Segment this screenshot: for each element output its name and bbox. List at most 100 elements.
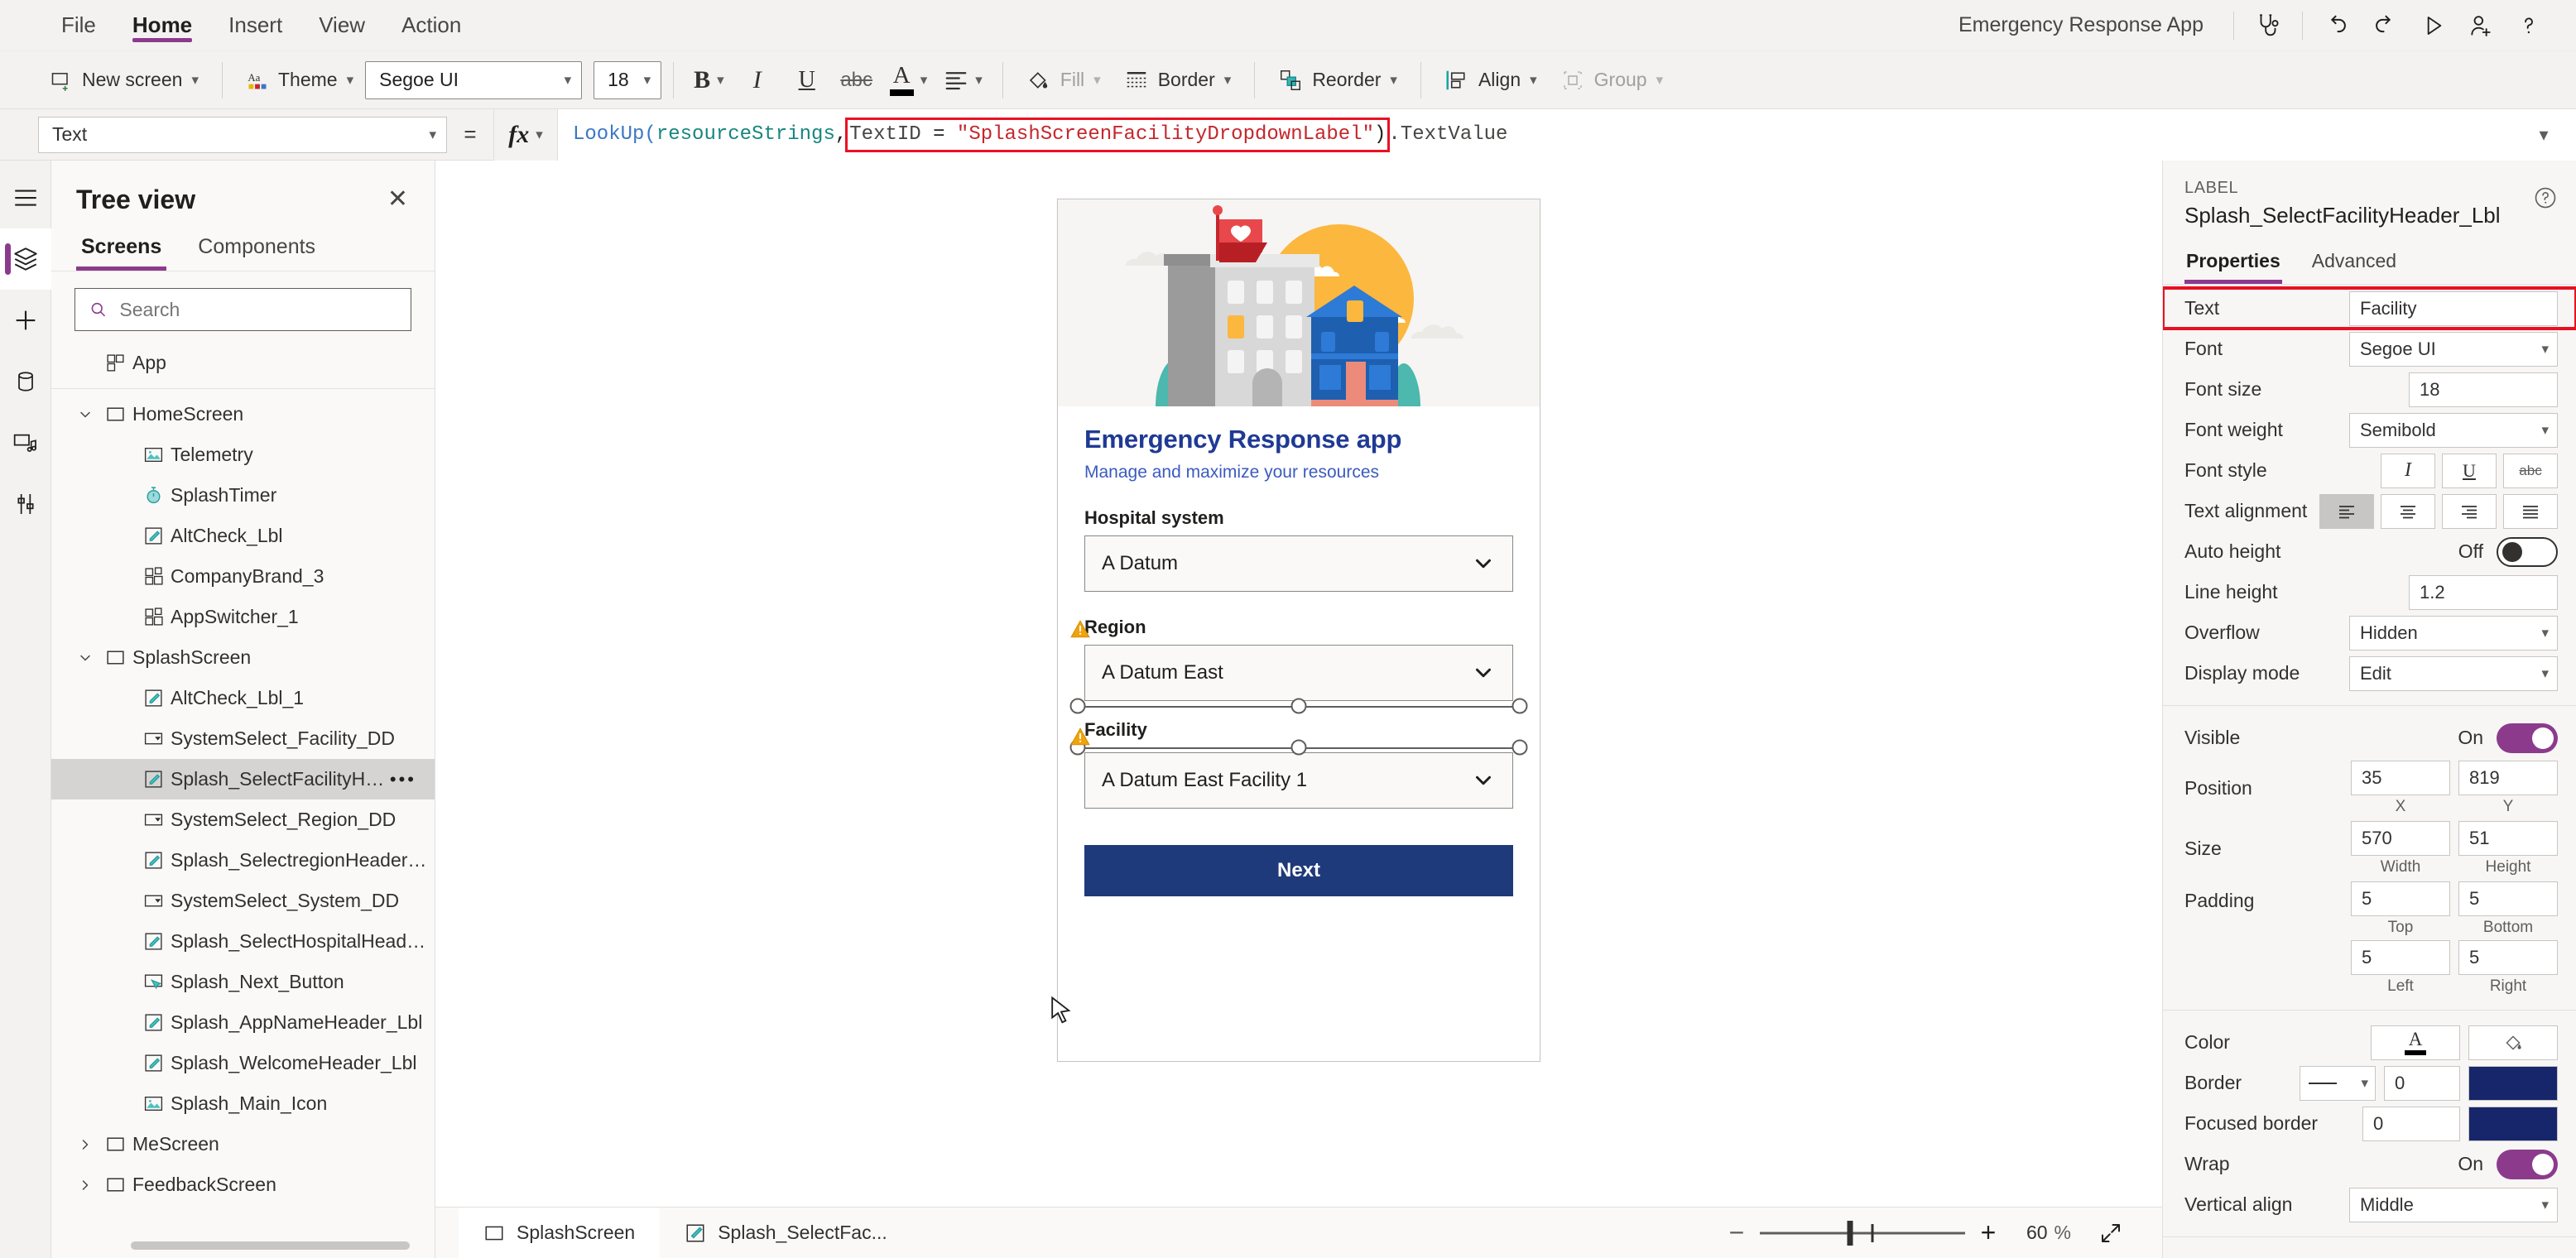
font-size-select[interactable]: 18 ▾ [594,60,662,99]
position-y-input[interactable]: 819 [2458,761,2558,795]
tree-node-altcheck_lbl[interactable]: AltCheck_Lbl [51,516,435,556]
width-input[interactable]: 570 [2351,821,2450,856]
app-checker-icon[interactable] [2244,2,2292,50]
tree-node-splash_welcomeheader_lbl[interactable]: Splash_WelcomeHeader_Lbl [51,1043,435,1083]
padding-left-input[interactable]: 5 [2351,940,2450,975]
tree-node-systemselect_facility_dd[interactable]: SystemSelect_Facility_DD [51,718,435,759]
font-size-input[interactable]: 18 [2409,372,2558,407]
tree-node-telemetry[interactable]: Telemetry [51,435,435,475]
chevron-down-icon[interactable] [73,650,98,666]
visible-toggle[interactable] [2497,723,2558,753]
align-center-button[interactable] [2381,493,2435,529]
display-mode-select[interactable]: Edit ▾ [2349,655,2558,691]
help-icon[interactable] [2533,185,2558,216]
align-button[interactable]: Align ▾ [1433,58,1549,103]
padding-top-input[interactable]: 5 [2351,881,2450,916]
tree-node-splash_selectregionheader_lbl[interactable]: Splash_SelectregionHeader_Lbl [51,840,435,881]
more-options-icon[interactable]: ••• [390,769,435,790]
system-select-facility-dropdown[interactable]: A Datum East Facility 1 [1084,752,1513,809]
italic-button[interactable]: I [733,58,782,103]
align-left-button[interactable] [2319,493,2374,529]
tab-properties[interactable]: Properties [2184,247,2282,284]
strikethrough-toggle[interactable]: abc [2503,453,2558,488]
media-icon[interactable] [0,412,51,473]
font-family-select[interactable]: Segoe UI ▾ [365,60,583,99]
chevron-down-icon[interactable] [73,406,98,423]
tree-view-icon[interactable] [0,228,51,290]
undo-icon[interactable] [2313,2,2361,50]
breadcrumb-screen[interactable]: SplashScreen [459,1207,661,1258]
search-input[interactable] [119,298,397,321]
tree-node-splash_main_icon[interactable]: Splash_Main_Icon [51,1083,435,1124]
data-icon[interactable] [0,351,51,412]
height-input[interactable]: 51 [2458,821,2558,856]
tree-node-splash_next_button[interactable]: Splash_Next_Button [51,962,435,1002]
italic-toggle[interactable]: I [2381,453,2435,488]
zoom-in-button[interactable]: + [1965,1210,2011,1256]
text-input[interactable]: Facility [2349,290,2558,326]
help-icon[interactable] [2505,2,2553,50]
auto-height-toggle[interactable] [2497,536,2558,567]
tree-scrollbar[interactable] [131,1241,410,1250]
border-width-input[interactable]: 0 [2384,1065,2460,1101]
align-right-button[interactable] [2442,493,2497,529]
font-weight-select[interactable]: Semibold ▾ [2349,412,2558,448]
padding-right-input[interactable]: 5 [2458,940,2558,975]
focused-border-width-input[interactable]: 0 [2362,1106,2460,1141]
insert-icon[interactable] [0,290,51,351]
bold-button[interactable]: B ▾ [685,58,733,103]
font-select[interactable]: Segoe UI ▾ [2349,331,2558,367]
tree-node-homescreen[interactable]: HomeScreen [51,394,435,435]
new-screen-button[interactable]: New screen ▾ [38,58,210,103]
system-select-system-dropdown[interactable]: A Datum [1084,535,1513,592]
menu-item-home[interactable]: Home [114,1,210,50]
search-box[interactable] [74,288,411,331]
zoom-out-button[interactable]: − [1713,1210,1760,1256]
preview-play-icon[interactable] [2409,2,2457,50]
resize-handle-bottom-right[interactable] [1511,739,1528,756]
fx-button[interactable]: fx ▾ [493,108,558,161]
system-select-region-dropdown[interactable]: A Datum East [1084,645,1513,701]
padding-bottom-input[interactable]: 5 [2458,881,2558,916]
tab-screens[interactable]: Screens [76,230,167,271]
fit-screen-icon[interactable] [2088,1210,2134,1256]
close-icon[interactable]: ✕ [379,182,416,217]
settings-icon[interactable] [0,473,51,535]
tree-node-systemselect_system_dd[interactable]: SystemSelect_System_DD [51,881,435,921]
border-button[interactable]: Border ▾ [1113,58,1243,103]
chevron-right-icon[interactable] [73,1136,98,1153]
text-align-button[interactable]: ▾ [935,58,991,103]
border-style-select[interactable]: ▾ [2300,1065,2376,1101]
underline-toggle[interactable]: U [2442,453,2497,488]
vertical-align-select[interactable]: Middle ▾ [2349,1187,2558,1222]
hamburger-menu-icon[interactable] [0,167,51,228]
tree-node-splash_selecthospitalheader_lbl[interactable]: Splash_SelectHospitalHeader_Lbl [51,921,435,962]
property-select[interactable]: Text ▾ [38,116,447,153]
menu-item-action[interactable]: Action [383,1,479,50]
chevron-right-icon[interactable] [73,1177,98,1193]
strikethrough-button[interactable]: abc [832,58,882,103]
tree-node-mescreen[interactable]: MeScreen [51,1124,435,1164]
position-x-input[interactable]: 35 [2351,761,2450,795]
tree-node-appswitcher_1[interactable]: AppSwitcher_1 [51,597,435,637]
tree-node-altcheck_lbl_1[interactable]: AltCheck_Lbl_1 [51,678,435,718]
overflow-select[interactable]: Hidden ▾ [2349,615,2558,651]
tree-node-splashtimer[interactable]: SplashTimer [51,475,435,516]
theme-button[interactable]: Aa Theme ▾ [234,58,365,103]
fill-color-button[interactable] [2468,1025,2558,1060]
tab-components[interactable]: Components [193,230,320,271]
tab-advanced[interactable]: Advanced [2310,247,2398,284]
focused-border-color-swatch[interactable] [2468,1106,2558,1141]
tree-node-splash_appnameheader_lbl[interactable]: Splash_AppNameHeader_Lbl [51,1002,435,1043]
group-button[interactable]: Group ▾ [1549,58,1675,103]
menu-item-file[interactable]: File [43,1,114,50]
tree-node-splashscreen[interactable]: SplashScreen [51,637,435,678]
formula-expand-button[interactable]: ▾ [2511,108,2576,161]
tree-node-feedbackscreen[interactable]: FeedbackScreen [51,1164,435,1205]
reorder-button[interactable]: Reorder ▾ [1266,58,1409,103]
line-height-input[interactable]: 1.2 [2409,574,2558,610]
tree-node-systemselect_region_dd[interactable]: SystemSelect_Region_DD [51,799,435,840]
zoom-slider[interactable] [1759,1210,1965,1256]
tree-node-companybrand_3[interactable]: CompanyBrand_3 [51,556,435,597]
splash-select-facility-header-label[interactable]: Facility [1084,719,1513,741]
